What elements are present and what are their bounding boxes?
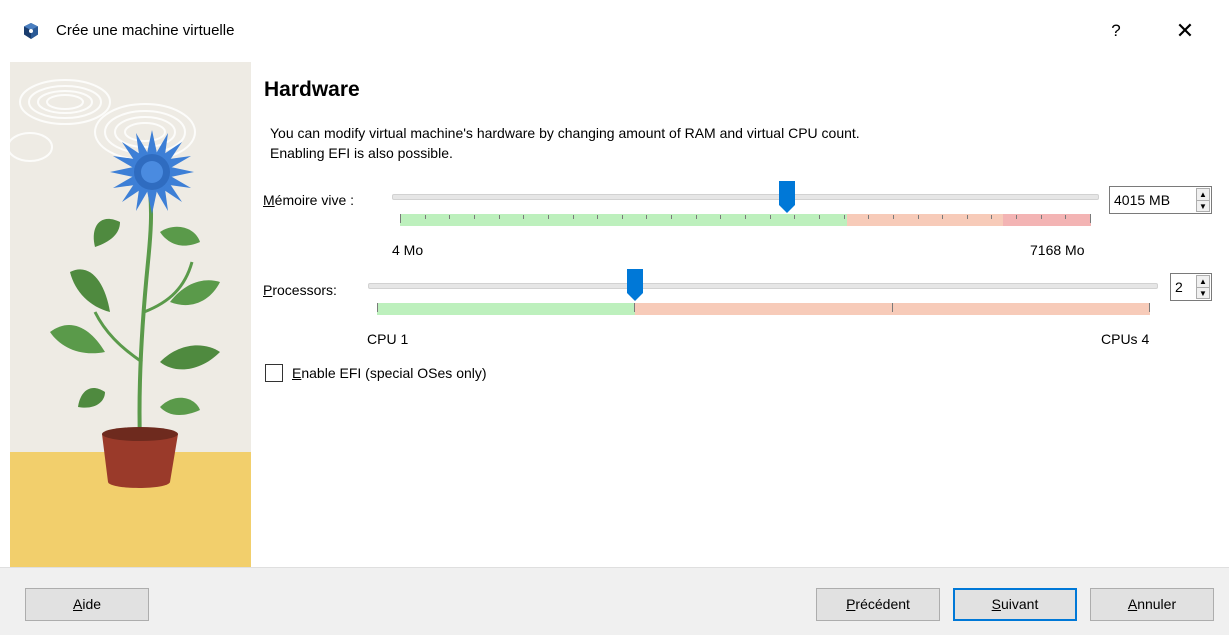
memory-slider-handle[interactable] xyxy=(778,181,795,213)
scale-tick xyxy=(967,215,968,219)
help-dialog-button[interactable]: Aide xyxy=(25,588,149,621)
memory-label-text: émoire vive : xyxy=(274,192,355,208)
processors-increase-icon[interactable]: ▲ xyxy=(1197,276,1209,287)
scale-tick xyxy=(892,303,893,312)
scale-tick xyxy=(844,215,845,219)
scale-tick xyxy=(991,215,992,219)
next-button-mnemonic: S xyxy=(991,596,1001,612)
description-line-1: You can modify virtual machine's hardwar… xyxy=(270,125,860,141)
button-bar: Aide Précédent Suivant Annuler xyxy=(0,567,1229,635)
scale-tick xyxy=(1016,215,1017,219)
enable-efi-checkbox[interactable] xyxy=(265,364,283,382)
wizard-illustration xyxy=(10,62,251,567)
scale-tick xyxy=(1041,215,1042,219)
memory-label: Mémoire vive : xyxy=(263,192,354,208)
processors-scale-safe xyxy=(377,303,635,315)
scale-tick xyxy=(622,215,623,219)
scale-tick xyxy=(770,215,771,219)
processors-slider-track[interactable] xyxy=(368,283,1158,289)
help-button-mnemonic: A xyxy=(72,596,83,612)
scale-tick xyxy=(400,214,401,223)
processors-spin-arrows[interactable]: ▲ ▼ xyxy=(1196,275,1210,299)
memory-label-mnemonic: M xyxy=(263,192,275,208)
scale-tick xyxy=(548,215,549,219)
scale-tick xyxy=(1065,215,1066,219)
page-description: You can modify virtual machine's hardwar… xyxy=(270,123,860,163)
memory-scale-warning xyxy=(847,214,1003,226)
memory-increase-icon[interactable]: ▲ xyxy=(1197,189,1209,200)
scale-tick xyxy=(1090,214,1091,223)
scale-tick xyxy=(745,215,746,219)
memory-min-label: 4 Mo xyxy=(392,242,424,258)
back-button-text: récédent xyxy=(855,596,910,612)
scale-tick xyxy=(696,215,697,219)
next-button[interactable]: Suivant xyxy=(953,588,1077,621)
virtualbox-icon xyxy=(24,23,38,39)
description-line-2: Enabling EFI is also possible. xyxy=(270,145,453,161)
scale-tick xyxy=(449,215,450,219)
cancel-button-mnemonic: A xyxy=(1127,596,1138,612)
scale-tick xyxy=(942,215,943,219)
scale-tick xyxy=(794,215,795,219)
scale-tick xyxy=(573,215,574,219)
scale-tick xyxy=(671,215,672,219)
memory-scale xyxy=(400,214,1091,226)
title-bar: Crée une machine virtuelle ? ✕ xyxy=(0,0,1229,62)
processors-min-label: CPU 1 xyxy=(367,331,409,347)
scale-tick xyxy=(597,215,598,219)
processors-label-text: rocessors: xyxy=(272,282,337,298)
scale-tick xyxy=(893,215,894,219)
cancel-button[interactable]: Annuler xyxy=(1090,588,1214,621)
scale-tick xyxy=(720,215,721,219)
processors-spinbox[interactable]: 2 ▲ ▼ xyxy=(1170,273,1212,301)
memory-slider-track[interactable] xyxy=(392,194,1099,200)
cancel-button-text: nnuler xyxy=(1137,596,1177,612)
memory-decrease-icon[interactable]: ▼ xyxy=(1197,200,1209,211)
memory-scale-safe xyxy=(400,214,847,226)
next-button-text: uivant xyxy=(1000,596,1039,612)
processors-label: Processors: xyxy=(263,282,337,298)
flower-pot-illustration xyxy=(10,62,251,567)
scale-tick xyxy=(1149,303,1150,312)
processors-decrease-icon[interactable]: ▼ xyxy=(1197,287,1209,298)
close-button[interactable]: ✕ xyxy=(1168,17,1202,45)
back-button[interactable]: Précédent xyxy=(816,588,940,621)
enable-efi-mnemonic: E xyxy=(292,365,302,381)
scale-tick xyxy=(474,215,475,219)
scale-tick xyxy=(499,215,500,219)
scale-tick xyxy=(646,215,647,219)
window-title: Crée une machine virtuelle xyxy=(56,22,235,39)
processors-max-label: CPUs 4 xyxy=(1101,331,1150,347)
enable-efi-label[interactable]: Enable EFI (special OSes only) xyxy=(292,365,487,381)
processors-value[interactable]: 2 xyxy=(1175,279,1183,295)
memory-value[interactable]: 4015 MB xyxy=(1114,192,1170,208)
memory-spin-arrows[interactable]: ▲ ▼ xyxy=(1196,188,1210,212)
scale-tick xyxy=(918,215,919,219)
help-button-text: ide xyxy=(82,596,102,612)
memory-spinbox[interactable]: 4015 MB ▲ ▼ xyxy=(1109,186,1212,214)
memory-max-label: 7168 Mo xyxy=(1030,242,1085,258)
processors-scale xyxy=(377,303,1150,315)
help-button[interactable]: ? xyxy=(1104,18,1128,44)
processors-label-mnemonic: P xyxy=(263,282,273,298)
scale-tick xyxy=(523,215,524,219)
scale-tick xyxy=(868,215,869,219)
scale-tick xyxy=(634,303,635,312)
scale-tick xyxy=(425,215,426,219)
enable-efi-text: nable EFI (special OSes only) xyxy=(301,365,487,381)
scale-tick xyxy=(819,215,820,219)
processors-slider-handle[interactable] xyxy=(626,269,643,301)
scale-tick xyxy=(377,303,378,312)
page-title: Hardware xyxy=(264,78,360,101)
